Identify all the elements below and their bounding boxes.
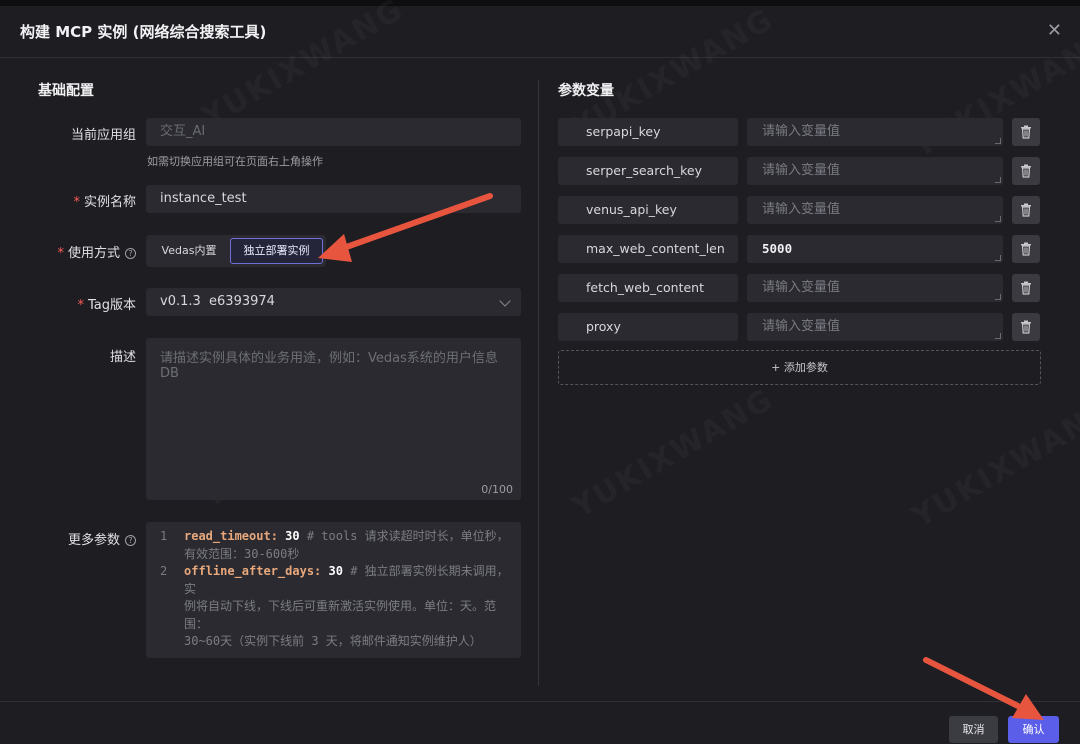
- modal-header: 构建 MCP 实例 (网络综合搜索工具) ✕: [0, 6, 1080, 58]
- delete-param-button[interactable]: [1012, 313, 1040, 341]
- param-value-input[interactable]: 请输入变量值: [747, 313, 1003, 341]
- code-line: 2 offline_after_days: 30 # 独立部署实例长期未调用，实…: [152, 563, 515, 651]
- param-value-input[interactable]: 请输入变量值: [747, 274, 1003, 302]
- watermark: YUKIXWANG: [566, 382, 780, 525]
- app-group-hint: 如需切换应用组可在页面右上角操作: [147, 155, 323, 168]
- cancel-button[interactable]: 取消: [949, 716, 998, 743]
- param-name-field[interactable]: venus_api_key: [558, 196, 738, 224]
- add-param-button[interactable]: + 添加参数: [558, 350, 1041, 385]
- param-name-field[interactable]: fetch_web_content: [558, 274, 738, 302]
- build-instance-modal: 构建 MCP 实例 (网络综合搜索工具) ✕ YUKIXWANG YUKIXWA…: [0, 6, 1080, 744]
- param-value-placeholder: 请输入变量值: [762, 163, 841, 178]
- resize-handle-icon[interactable]: [995, 333, 1001, 339]
- resize-handle-icon[interactable]: [995, 216, 1001, 222]
- delete-param-button[interactable]: [1012, 157, 1040, 185]
- param-value-input[interactable]: 请输入变量值: [747, 196, 1003, 224]
- instance-name-input[interactable]: instance_test: [146, 185, 521, 213]
- usage-segmented-control: Vedas内置 独立部署实例: [146, 235, 326, 267]
- app-group-field: 交互_AI: [146, 118, 521, 146]
- code-value: 30: [285, 529, 300, 543]
- delete-param-button[interactable]: [1012, 118, 1040, 146]
- code-comment: # tools 请求读超时时长，单位秒，: [306, 529, 509, 543]
- param-name-field[interactable]: proxy: [558, 313, 738, 341]
- param-value-placeholder: 请输入变量值: [762, 319, 841, 334]
- param-name-field[interactable]: serpapi_key: [558, 118, 738, 146]
- code-value: 30: [328, 564, 343, 578]
- tag-version-label: * Tag版本: [77, 298, 136, 313]
- param-value: 5000: [762, 241, 793, 256]
- resize-handle-icon[interactable]: [995, 138, 1001, 144]
- app-group-label: 当前应用组: [70, 128, 136, 143]
- description-placeholder: 请描述实例具体的业务用途，例如：Vedas系统的用户信息DB: [160, 351, 498, 381]
- footer-divider: [0, 701, 1080, 702]
- trash-icon: [1021, 320, 1031, 334]
- modal-title: 构建 MCP 实例 (网络综合搜索工具): [20, 23, 267, 41]
- trash-icon: [1021, 164, 1031, 178]
- param-value-placeholder: 请输入变量值: [762, 280, 841, 295]
- tag-version-value: v0.1.3 e6393974: [160, 294, 275, 309]
- close-icon[interactable]: ✕: [1047, 20, 1062, 41]
- chevron-down-icon: [499, 295, 511, 307]
- param-value-placeholder: 请输入变量值: [762, 124, 841, 139]
- char-counter: 0/100: [481, 483, 513, 496]
- delete-param-button[interactable]: [1012, 274, 1040, 302]
- code-key: read_timeout:: [184, 529, 278, 543]
- code-comment: 有效范围：30-600秒: [184, 546, 300, 561]
- column-divider: [538, 80, 539, 686]
- param-value-input[interactable]: 请输入变量值: [747, 118, 1003, 146]
- param-value-input[interactable]: 请输入变量值: [747, 157, 1003, 185]
- description-textarea[interactable]: 请描述实例具体的业务用途，例如：Vedas系统的用户信息DB 0/100: [146, 338, 521, 500]
- more-params-code-editor[interactable]: 1 read_timeout: 30 # tools 请求读超时时长，单位秒， …: [146, 522, 521, 658]
- description-label: 描述: [109, 350, 136, 365]
- delete-param-button[interactable]: [1012, 235, 1040, 263]
- watermark: YUKIXWANG: [906, 392, 1080, 535]
- params-title: 参数变量: [558, 83, 614, 99]
- code-comment: 30~60天（实例下线前 3 天，将邮件通知实例维护人）: [184, 634, 482, 648]
- trash-icon: [1021, 125, 1031, 139]
- code-key: offline_after_days:: [184, 564, 322, 578]
- param-name-field[interactable]: serper_search_key: [558, 157, 738, 185]
- tag-version-select[interactable]: v0.1.3 e6393974: [146, 288, 521, 316]
- line-number: 1: [160, 529, 168, 543]
- delete-param-button[interactable]: [1012, 196, 1040, 224]
- resize-handle-icon[interactable]: [995, 255, 1001, 261]
- param-value-placeholder: 请输入变量值: [762, 202, 841, 217]
- help-icon[interactable]: ?: [125, 535, 136, 546]
- line-number: 2: [160, 564, 168, 578]
- help-icon[interactable]: ?: [125, 248, 136, 259]
- confirm-button[interactable]: 确认: [1008, 716, 1059, 743]
- resize-handle-icon[interactable]: [995, 294, 1001, 300]
- trash-icon: [1021, 203, 1031, 217]
- basic-config-title: 基础配置: [38, 83, 94, 99]
- code-line: 1 read_timeout: 30 # tools 请求读超时时长，单位秒， …: [152, 528, 515, 563]
- usage-label: * 使用方式?: [36, 242, 136, 261]
- trash-icon: [1021, 242, 1031, 256]
- trash-icon: [1021, 281, 1031, 295]
- param-name-field[interactable]: max_web_content_len: [558, 235, 738, 263]
- param-value-input[interactable]: 5000: [747, 235, 1003, 263]
- resize-handle-icon[interactable]: [995, 177, 1001, 183]
- usage-option-builtin[interactable]: Vedas内置: [150, 239, 228, 263]
- instance-name-label: * 实例名称: [73, 195, 136, 210]
- usage-option-standalone[interactable]: 独立部署实例: [230, 238, 323, 264]
- more-params-label: 更多参数?: [36, 529, 136, 548]
- code-comment: 例将自动下线，下线后可重新激活实例使用。单位：天。范围：: [184, 599, 497, 631]
